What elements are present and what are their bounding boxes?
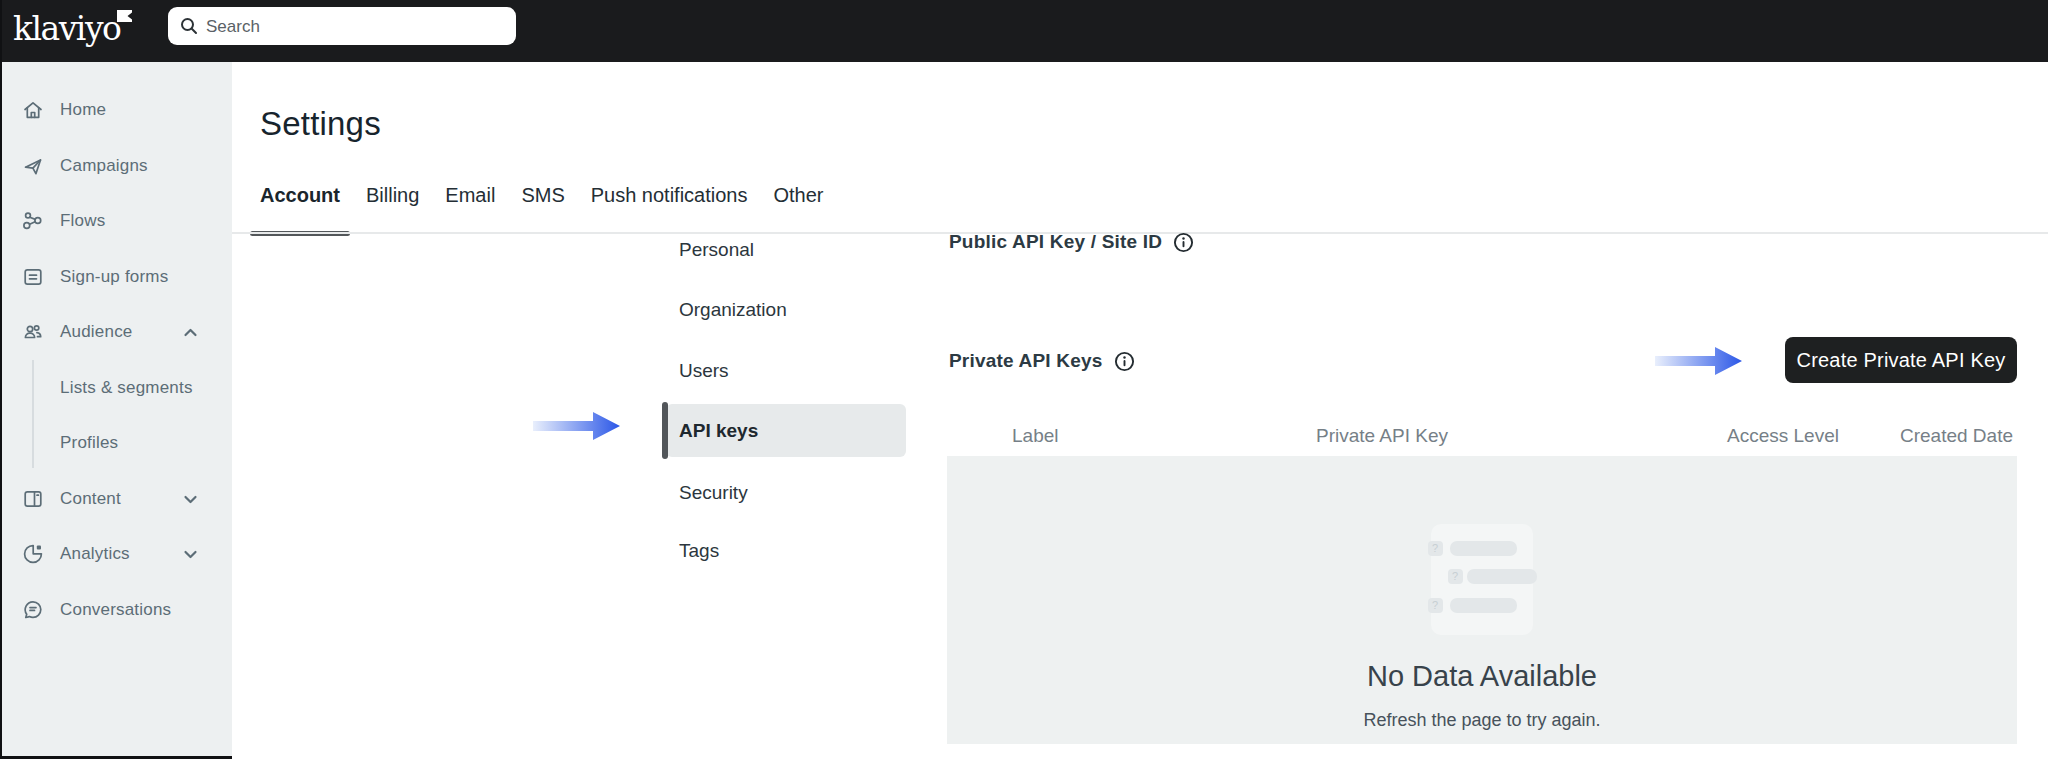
column-header-access-level: Access Level	[1727, 425, 1839, 447]
info-icon[interactable]	[1114, 351, 1135, 372]
private-api-keys-empty-panel: ? ? ? No Data Available Refresh the page…	[947, 456, 2017, 744]
settings-nav-personal[interactable]: Personal	[666, 223, 906, 276]
klaviyo-flag-icon	[117, 10, 132, 22]
column-header-created-date: Created Date	[1900, 425, 2013, 447]
private-api-keys-title: Private API Keys	[949, 350, 1135, 372]
home-icon	[21, 98, 45, 122]
sidebar-item-audience[interactable]: Audience	[0, 317, 232, 347]
sidebar-item-campaigns[interactable]: Campaigns	[0, 151, 232, 181]
sidebar-item-lists-segments[interactable]: Lists & segments	[0, 373, 232, 403]
column-header-private-api-key: Private API Key	[1316, 425, 1448, 447]
page-title: Settings	[260, 105, 381, 143]
chevron-down-icon	[182, 491, 199, 508]
pie-chart-icon	[21, 542, 45, 566]
sidebar-item-label: Lists & segments	[60, 378, 193, 398]
sidebar-item-label: Profiles	[60, 433, 118, 453]
flow-nodes-icon	[21, 209, 45, 233]
sidebar-item-label: Campaigns	[60, 156, 148, 176]
top-bar: klaviyo	[0, 0, 2048, 62]
sidebar-item-label: Sign-up forms	[60, 267, 168, 287]
klaviyo-logo[interactable]: klaviyo	[13, 9, 120, 48]
settings-nav-users[interactable]: Users	[666, 344, 906, 397]
left-edge	[0, 0, 2, 759]
settings-nav-security[interactable]: Security	[666, 466, 906, 519]
settings-nav-tags[interactable]: Tags	[666, 524, 906, 577]
sidebar-item-sign-up-forms[interactable]: Sign-up forms	[0, 262, 232, 292]
sidebar-item-label: Content	[60, 489, 121, 509]
no-data-title: No Data Available	[947, 660, 2017, 693]
annotation-arrow-api-keys	[533, 411, 621, 441]
search-icon	[179, 16, 199, 36]
sidebar-item-conversations[interactable]: Conversations	[0, 595, 232, 625]
settings-nav-organization[interactable]: Organization	[666, 283, 906, 336]
public-api-key-title: Public API Key / Site ID	[949, 231, 1194, 253]
chevron-down-icon	[182, 546, 199, 563]
create-private-api-key-button[interactable]: Create Private API Key	[1785, 337, 2017, 383]
sidebar: Home Campaigns Flows Sign-up forms Audience L…	[0, 62, 232, 759]
chat-bubble-icon	[21, 598, 45, 622]
chevron-up-icon	[182, 324, 199, 341]
content-icon	[21, 487, 45, 511]
sidebar-item-label: Flows	[60, 211, 105, 231]
sidebar-item-flows[interactable]: Flows	[0, 206, 232, 236]
sidebar-item-label: Audience	[60, 322, 133, 342]
search-box[interactable]	[168, 7, 516, 45]
tab-account[interactable]: Account	[250, 176, 350, 233]
sidebar-item-label: Analytics	[60, 544, 130, 564]
settings-nav-api-keys[interactable]: API keys	[666, 404, 906, 457]
people-icon	[21, 320, 45, 344]
sidebar-item-label: Home	[60, 100, 106, 120]
column-header-label: Label	[1012, 425, 1059, 447]
sidebar-item-profiles[interactable]: Profiles	[0, 428, 232, 458]
tab-billing[interactable]: Billing	[356, 176, 429, 233]
tab-sms[interactable]: SMS	[511, 176, 574, 233]
sidebar-item-label: Conversations	[60, 600, 171, 620]
no-data-subtitle: Refresh the page to try again.	[947, 710, 2017, 731]
search-input[interactable]	[204, 7, 508, 47]
paper-plane-icon	[21, 154, 45, 178]
sidebar-item-home[interactable]: Home	[0, 95, 232, 125]
no-data-illustration: ? ? ?	[1428, 524, 1537, 635]
info-icon[interactable]	[1173, 232, 1194, 253]
sidebar-item-analytics[interactable]: Analytics	[0, 539, 232, 569]
sidebar-item-content[interactable]: Content	[0, 484, 232, 514]
annotation-arrow-create-button	[1655, 346, 1743, 376]
tab-email[interactable]: Email	[435, 176, 505, 233]
form-icon	[21, 265, 45, 289]
